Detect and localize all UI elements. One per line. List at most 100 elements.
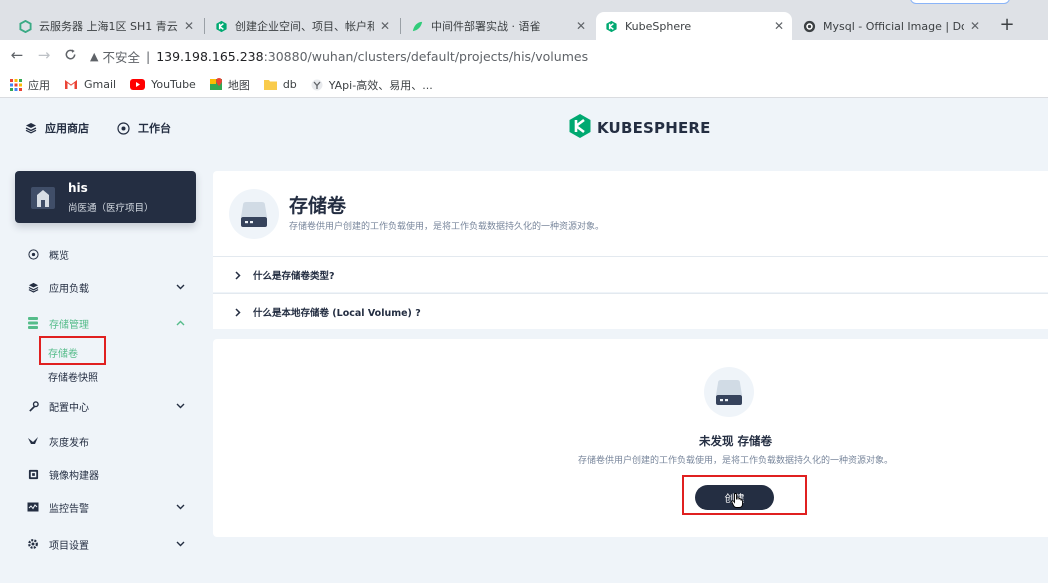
gear-icon <box>26 538 40 550</box>
bookmark-maps[interactable]: 地图 <box>209 77 250 93</box>
sidebar-item-configuration[interactable]: 配置中心 <box>26 396 186 416</box>
chevron-up-icon <box>174 320 186 326</box>
sidebar-item-project-settings[interactable]: 项目设置 <box>26 534 186 554</box>
browser-toolbar: ← → ▲ 不安全 | 139.198.165.238 :30880/wuhan… <box>0 40 1048 72</box>
layers-icon <box>26 282 40 293</box>
sidebar-item-grayscale-release[interactable]: 灰度发布 <box>26 431 186 451</box>
yapi-icon <box>311 79 323 91</box>
page-description: 存储卷供用户创建的工作负载使用，是将工作负载数据持久化的一种资源对象。 <box>289 222 605 232</box>
youtube-icon <box>130 79 146 90</box>
brand-name: KUBESPHERE <box>597 119 711 137</box>
page-title: 存储卷 <box>289 195 347 217</box>
empty-title: 未发现 存储卷 <box>698 434 772 448</box>
storage-icon <box>26 317 40 329</box>
bookmark-gmail[interactable]: Gmail <box>64 78 116 91</box>
sidebar-item-workloads[interactable]: 应用负载 <box>26 277 186 297</box>
chevron-down-icon <box>174 541 186 547</box>
workbench-label: 工作台 <box>138 122 171 135</box>
faq-item[interactable]: 什么是存储卷类型? <box>213 256 1048 292</box>
qingcloud-icon <box>18 19 32 33</box>
tab-title: 创建企业空间、项目、帐户和角色 <box>235 20 374 33</box>
chevron-right-icon <box>235 307 241 317</box>
app-store-icon <box>25 122 37 134</box>
tab-title: 中间件部署实战 · 语雀 <box>431 20 541 33</box>
tab-title: KubeSphere <box>625 19 692 33</box>
sidebar-item-overview[interactable]: 概览 <box>26 244 186 264</box>
wrench-icon <box>26 400 40 412</box>
bookmark-label: db <box>282 78 297 91</box>
bookmark-youtube[interactable]: YouTube <box>130 78 196 91</box>
page-header-panel: 存储卷 存储卷供用户创建的工作负载使用，是将工作负载数据持久化的一种资源对象。 <box>213 171 1048 256</box>
sidebar-item-monitoring-alerting[interactable]: 监控告警 <box>26 497 186 517</box>
browser-tab[interactable]: 云服务器 上海1区 SH1 青云QingC ✕ <box>10 12 202 40</box>
sidebar-item-label: 监控告警 <box>49 503 89 515</box>
workbench-icon <box>117 121 130 135</box>
bookmark-label: Gmail <box>84 78 117 91</box>
chevron-down-icon <box>174 403 186 409</box>
bookmark-label: 地图 <box>227 78 250 92</box>
url-separator: | <box>145 48 151 64</box>
close-icon[interactable]: ✕ <box>576 19 586 33</box>
hand-cursor-icon <box>731 493 743 512</box>
bookmark-apps[interactable]: 应用 <box>10 77 50 93</box>
chevron-right-icon <box>235 270 241 280</box>
faq-question: 什么是存储卷类型? <box>253 271 335 282</box>
sidebar-item-label: 概览 <box>49 250 69 262</box>
close-icon[interactable]: ✕ <box>774 19 784 33</box>
bookmark-label: YApi-高效、易用、... <box>328 78 433 92</box>
close-icon[interactable]: ✕ <box>184 19 194 33</box>
reload-icon[interactable] <box>60 46 80 65</box>
sidebar-item-label: 灰度发布 <box>49 437 89 449</box>
volume-icon <box>229 189 279 239</box>
bookmarks-bar: 应用 Gmail YouTube 地图 db YApi-高效、易用、... <box>0 72 1048 98</box>
maps-icon <box>209 78 222 91</box>
sidebar-item-image-builder[interactable]: 镜像构建器 <box>26 464 186 484</box>
kubesphere-logo[interactable]: KUBESPHERE <box>569 114 711 142</box>
close-icon[interactable]: ✕ <box>380 19 390 33</box>
kubesphere-icon <box>569 114 591 142</box>
back-arrow-icon[interactable]: ← <box>7 46 27 64</box>
browser-profile-button[interactable] <box>910 0 1010 4</box>
forward-arrow-icon[interactable]: → <box>34 46 54 64</box>
tab-title: Mysql - Official Image | Docke <box>823 19 964 33</box>
image-builder-icon <box>26 469 40 480</box>
sidebar-item-label: 项目设置 <box>49 540 89 552</box>
bookmark-db[interactable]: db <box>263 78 297 91</box>
app-store-label: 应用商店 <box>45 122 89 135</box>
faq-item[interactable]: 什么是本地存储卷 (Local Volume) ? <box>213 293 1048 329</box>
empty-state-panel: 未发现 存储卷 存储卷供用户创建的工作负载使用，是将工作负载数据持久化的一种资源… <box>213 339 1048 537</box>
new-tab-button[interactable]: + <box>996 14 1018 35</box>
project-description: 尚医通（医疗项目） <box>68 203 154 214</box>
yuque-icon <box>410 19 424 33</box>
browser-tab-active[interactable]: KubeSphere ✕ <box>596 12 792 40</box>
url-path: :30880/wuhan/clusters/default/projects/h… <box>263 48 589 64</box>
sidebar-item-storage[interactable]: 存储管理 <box>26 313 186 333</box>
warning-icon[interactable]: ▲ <box>90 50 98 63</box>
project-name: his <box>68 181 88 195</box>
faq-question: 什么是本地存储卷 (Local Volume) ? <box>253 308 421 319</box>
apps-grid-icon <box>10 78 22 91</box>
browser-tab[interactable]: Mysql - Official Image | Docke ✕ <box>794 12 988 40</box>
security-label[interactable]: 不安全 <box>102 47 140 66</box>
sidebar-subitem-volume-snapshots[interactable]: 存储卷快照 <box>48 369 98 384</box>
app-header: 应用商店 工作台 KUBESPHERE <box>0 98 1048 155</box>
monitor-icon <box>26 502 40 512</box>
sidebar-item-label: 应用负载 <box>49 283 89 295</box>
browser-tab-strip: 云服务器 上海1区 SH1 青云QingC ✕ 创建企业空间、项目、帐户和角色 … <box>0 0 1048 40</box>
project-icon <box>29 183 57 211</box>
bookmark-yapi[interactable]: YApi-高效、易用、... <box>311 77 433 93</box>
workbench-link[interactable]: 工作台 <box>117 120 171 136</box>
app-store-link[interactable]: 应用商店 <box>25 120 89 136</box>
gmail-icon <box>64 79 78 90</box>
project-card[interactable]: his 尚医通（医疗项目） <box>15 171 196 223</box>
browser-tab[interactable]: 中间件部署实战 · 语雀 ✕ <box>402 12 594 40</box>
browser-tab[interactable]: 创建企业空间、项目、帐户和角色 ✕ <box>206 12 398 40</box>
bird-icon <box>26 436 40 447</box>
folder-icon <box>263 79 277 90</box>
close-icon[interactable]: ✕ <box>970 19 980 33</box>
address-bar[interactable]: ▲ 不安全 | 139.198.165.238 :30880/wuhan/clu… <box>90 44 1048 68</box>
kubesphere-icon <box>214 19 228 33</box>
empty-description: 存储卷供用户创建的工作负载使用，是将工作负载数据持久化的一种资源对象。 <box>577 456 893 466</box>
highlight-box <box>39 336 106 365</box>
sidebar-item-label: 配置中心 <box>49 402 89 414</box>
